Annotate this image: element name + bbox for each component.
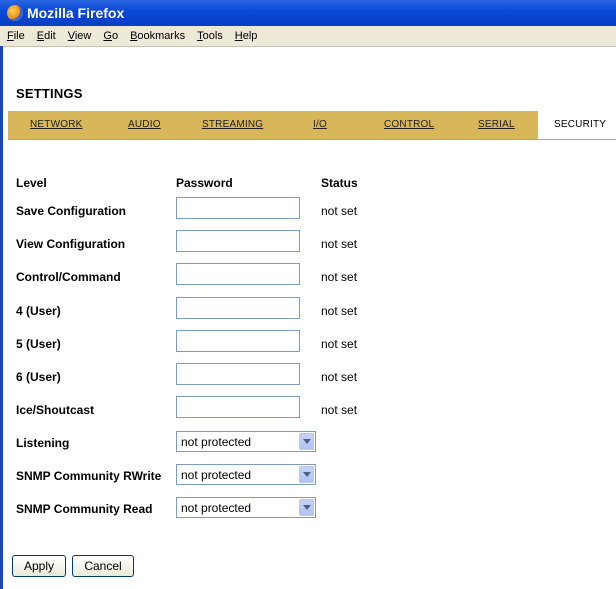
tab-control[interactable]: CONTROL: [384, 111, 434, 139]
status-text: not set: [321, 337, 358, 351]
user5-password-input[interactable]: [176, 330, 300, 352]
select-value: not protected: [181, 501, 252, 515]
status-text: not set: [321, 370, 358, 384]
dropdown-arrow-icon[interactable]: [299, 466, 314, 483]
level-label: 4 (User): [16, 304, 61, 318]
status-text: not set: [321, 304, 358, 318]
user4-password-input[interactable]: [176, 297, 300, 319]
menu-file[interactable]: File: [7, 30, 25, 42]
level-label: Ice/Shoutcast: [16, 403, 95, 417]
menu-bookmarks[interactable]: Bookmarks: [130, 30, 185, 42]
snmp-read-select[interactable]: not protected: [176, 497, 316, 518]
level-label: View Configuration: [16, 237, 126, 251]
user6-password-input[interactable]: [176, 363, 300, 385]
menu-tools[interactable]: Tools: [197, 30, 223, 42]
level-label: Listening: [16, 436, 70, 450]
header-status: Status: [321, 176, 358, 190]
apply-button[interactable]: Apply: [12, 555, 66, 577]
ice-shoutcast-password-input[interactable]: [176, 396, 300, 418]
save-configuration-password-input[interactable]: [176, 197, 300, 219]
header-level: Level: [16, 176, 47, 190]
level-label: Control/Command: [16, 270, 121, 284]
firefox-logo-icon: [7, 5, 23, 21]
tab-audio[interactable]: AUDIO: [128, 111, 161, 139]
menu-help[interactable]: Help: [235, 30, 258, 42]
window-title: Mozilla Firefox: [27, 5, 125, 21]
window-titlebar: Mozilla Firefox: [0, 0, 616, 26]
tab-streaming[interactable]: STREAMING: [202, 111, 263, 139]
frame-border: [0, 46, 3, 589]
select-value: not protected: [181, 468, 252, 482]
tab-network[interactable]: NETWORK: [30, 111, 83, 139]
tab-security[interactable]: SECURITY: [538, 111, 616, 139]
dropdown-arrow-icon[interactable]: [299, 433, 314, 450]
level-label: 6 (User): [16, 370, 61, 384]
tab-serial[interactable]: SERIAL: [478, 111, 515, 139]
menu-go[interactable]: Go: [103, 30, 118, 42]
menu-view[interactable]: View: [68, 30, 92, 42]
status-text: not set: [321, 204, 358, 218]
status-text: not set: [321, 270, 358, 284]
status-text: not set: [321, 237, 358, 251]
menu-bar: File Edit View Go Bookmarks Tools Help: [0, 26, 616, 47]
page-title: SETTINGS: [16, 86, 83, 101]
select-value: not protected: [181, 435, 252, 449]
header-password: Password: [176, 176, 233, 190]
level-label: 5 (User): [16, 337, 61, 351]
tab-io[interactable]: I/O: [313, 111, 327, 139]
settings-tabs: NETWORK AUDIO STREAMING I/O CONTROL SERI…: [8, 111, 616, 140]
menu-edit[interactable]: Edit: [37, 30, 56, 42]
dropdown-arrow-icon[interactable]: [299, 499, 314, 516]
status-text: not set: [321, 403, 358, 417]
control-command-password-input[interactable]: [176, 263, 300, 285]
listening-select[interactable]: not protected: [176, 431, 316, 452]
level-label: SNMP Community Read: [16, 502, 153, 516]
snmp-rwrite-select[interactable]: not protected: [176, 464, 316, 485]
cancel-button[interactable]: Cancel: [72, 555, 134, 577]
level-label: Save Configuration: [16, 204, 127, 218]
level-label: SNMP Community RWrite: [16, 469, 162, 483]
view-configuration-password-input[interactable]: [176, 230, 300, 252]
